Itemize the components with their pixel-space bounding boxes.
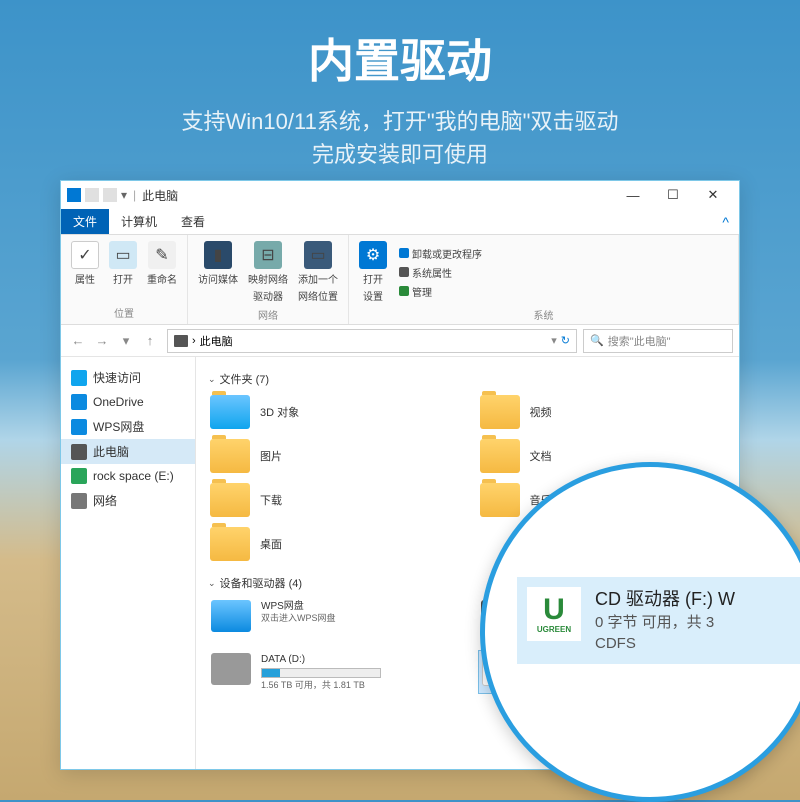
close-button[interactable]: ✕ [693,181,733,209]
search-icon: 🔍 [590,334,604,347]
drive-icon [211,653,251,685]
sidebar-item-icon [71,468,87,484]
system-properties-button[interactable]: 系统属性 [399,264,482,281]
folder-label: 图片 [260,448,282,464]
folder-icon [210,395,250,429]
navigation-pane: 快速访问 OneDrive WPS网盘此电脑 rock space (E:) 网络 [61,357,196,769]
drive-sub: 双击进入WPS网盘 [261,613,336,625]
open-settings-button[interactable]: ⚙打开设置 [357,239,389,305]
nav-up-button[interactable]: ↑ [139,330,161,352]
sidebar-item-label: rock space (E:) [93,469,174,483]
sidebar-item-icon [71,370,87,386]
folder-icon [480,395,520,429]
zoom-drive-space: 0 字节 可用，共 3 [595,612,735,633]
sidebar-item-label: 快速访问 [93,369,141,386]
folder-icon [210,483,250,517]
drive-item[interactable]: WPS网盘双击进入WPS网盘 [208,597,458,642]
sidebar-item-icon [71,394,87,410]
sidebar-item-icon [71,419,87,435]
manage-button[interactable]: 管理 [399,283,482,300]
minimize-button[interactable]: — [613,181,653,209]
folder-icon [480,439,520,473]
tab-view[interactable]: 查看 [169,209,217,234]
folder-label: 下载 [260,492,282,508]
sidebar-item-label: OneDrive [93,395,144,409]
properties-button[interactable]: ✓属性 [69,239,101,288]
qat-btn[interactable] [103,188,117,202]
window-title: 此电脑 [142,187,178,204]
uninstall-programs-button[interactable]: 卸载或更改程序 [399,245,482,262]
drive-item[interactable]: DATA (D:) 1.56 TB 可用，共 1.81 TB [208,650,458,695]
sidebar-item[interactable]: rock space (E:) [61,464,195,488]
nav-history-button[interactable]: ▾ [115,330,137,352]
folder-icon [480,483,520,517]
sidebar-item[interactable]: 网络 [61,488,195,513]
ribbon-group-location: ✓属性 ▭打开 ✎重命名 位置 [61,235,188,324]
ribbon-group-label: 系统 [357,307,730,322]
ribbon-tabs: 文件 计算机 查看 ^ [61,209,739,235]
drive-name: WPS网盘 [261,600,336,613]
hero-subtitle: 支持Win10/11系统，打开"我的电脑"双击驱动 完成安装即可使用 [0,105,800,171]
folder-item[interactable]: 视频 [478,393,728,431]
folder-label: 3D 对象 [260,404,299,420]
drive-name: DATA (D:) [261,653,381,666]
sidebar-item[interactable]: WPS网盘 [61,414,195,439]
refresh-button[interactable]: ↻ [561,334,570,347]
sidebar-item-icon [71,493,87,509]
sidebar-item-label: 网络 [93,492,117,509]
address-bar[interactable]: › 此电脑 ▾ ↻ [167,329,577,353]
nav-back-button[interactable]: ← [67,330,89,352]
hero-sub-line2: 完成安装即可使用 [0,138,800,171]
folder-label: 文档 [530,448,552,464]
rename-button[interactable]: ✎重命名 [145,239,179,288]
access-media-button[interactable]: ▮访问媒体 [196,239,240,288]
folder-label: 桌面 [260,536,282,552]
explorer-icon [67,188,81,202]
folder-item[interactable]: 桌面 [208,525,458,563]
map-drive-button[interactable]: ⊟映射网络驱动器 [246,239,290,305]
folder-icon [210,439,250,473]
sidebar-item[interactable]: 快速访问 [61,365,195,390]
nav-forward-button[interactable]: → [91,330,113,352]
ribbon-group-system: ⚙打开设置 卸载或更改程序 系统属性 管理 系统 [349,235,739,324]
sidebar-item[interactable]: OneDrive [61,390,195,414]
breadcrumb[interactable]: 此电脑 [200,333,233,349]
ribbon: ✓属性 ▭打开 ✎重命名 位置 ▮访问媒体 ⊟映射网络驱动器 ▭添加一个网络位置… [61,235,739,325]
drive-usage-bar [261,668,381,678]
zoom-drive-name: CD 驱动器 (F:) W [595,587,735,612]
ribbon-group-label: 位置 [69,305,179,320]
zoom-drive-fs: CDFS [595,633,735,654]
folder-item[interactable]: 下载 [208,481,458,519]
drive-sub: 1.56 TB 可用，共 1.81 TB [261,680,381,692]
tab-file[interactable]: 文件 [61,209,109,234]
ribbon-group-network: ▮访问媒体 ⊟映射网络驱动器 ▭添加一个网络位置 网络 [188,235,349,324]
add-network-location-button[interactable]: ▭添加一个网络位置 [296,239,340,305]
hero-sub-line1: 支持Win10/11系统，打开"我的电脑"双击驱动 [0,105,800,138]
folder-item[interactable]: 3D 对象 [208,393,458,431]
folder-icon [210,527,250,561]
ugreen-icon: U UGREEN [527,587,581,641]
quick-access-toolbar: ▾ [67,188,127,202]
ribbon-group-label: 网络 [196,307,340,322]
qat-btn[interactable] [85,188,99,202]
tab-computer[interactable]: 计算机 [109,209,169,234]
maximize-button[interactable]: ☐ [653,181,693,209]
drive-icon [211,600,251,632]
folders-section-header[interactable]: ⌄文件夹 (7) [208,371,727,387]
hero-title: 内置驱动 [0,0,800,91]
sidebar-item-icon [71,444,87,460]
zoom-callout: U UGREEN CD 驱动器 (F:) W 0 字节 可用，共 3 CDFS [480,462,800,802]
address-row: ← → ▾ ↑ › 此电脑 ▾ ↻ 🔍 搜索"此电脑" [61,325,739,357]
folder-item[interactable]: 图片 [208,437,458,475]
sidebar-item-label: 此电脑 [93,443,129,460]
pc-icon [174,335,188,347]
ribbon-collapse-icon[interactable]: ^ [712,209,739,234]
titlebar: ▾ | 此电脑 — ☐ ✕ [61,181,739,209]
open-button[interactable]: ▭打开 [107,239,139,288]
sidebar-item[interactable]: 此电脑 [61,439,195,464]
sidebar-item-label: WPS网盘 [93,418,144,435]
folder-label: 视频 [530,404,552,420]
search-input[interactable]: 🔍 搜索"此电脑" [583,329,733,353]
